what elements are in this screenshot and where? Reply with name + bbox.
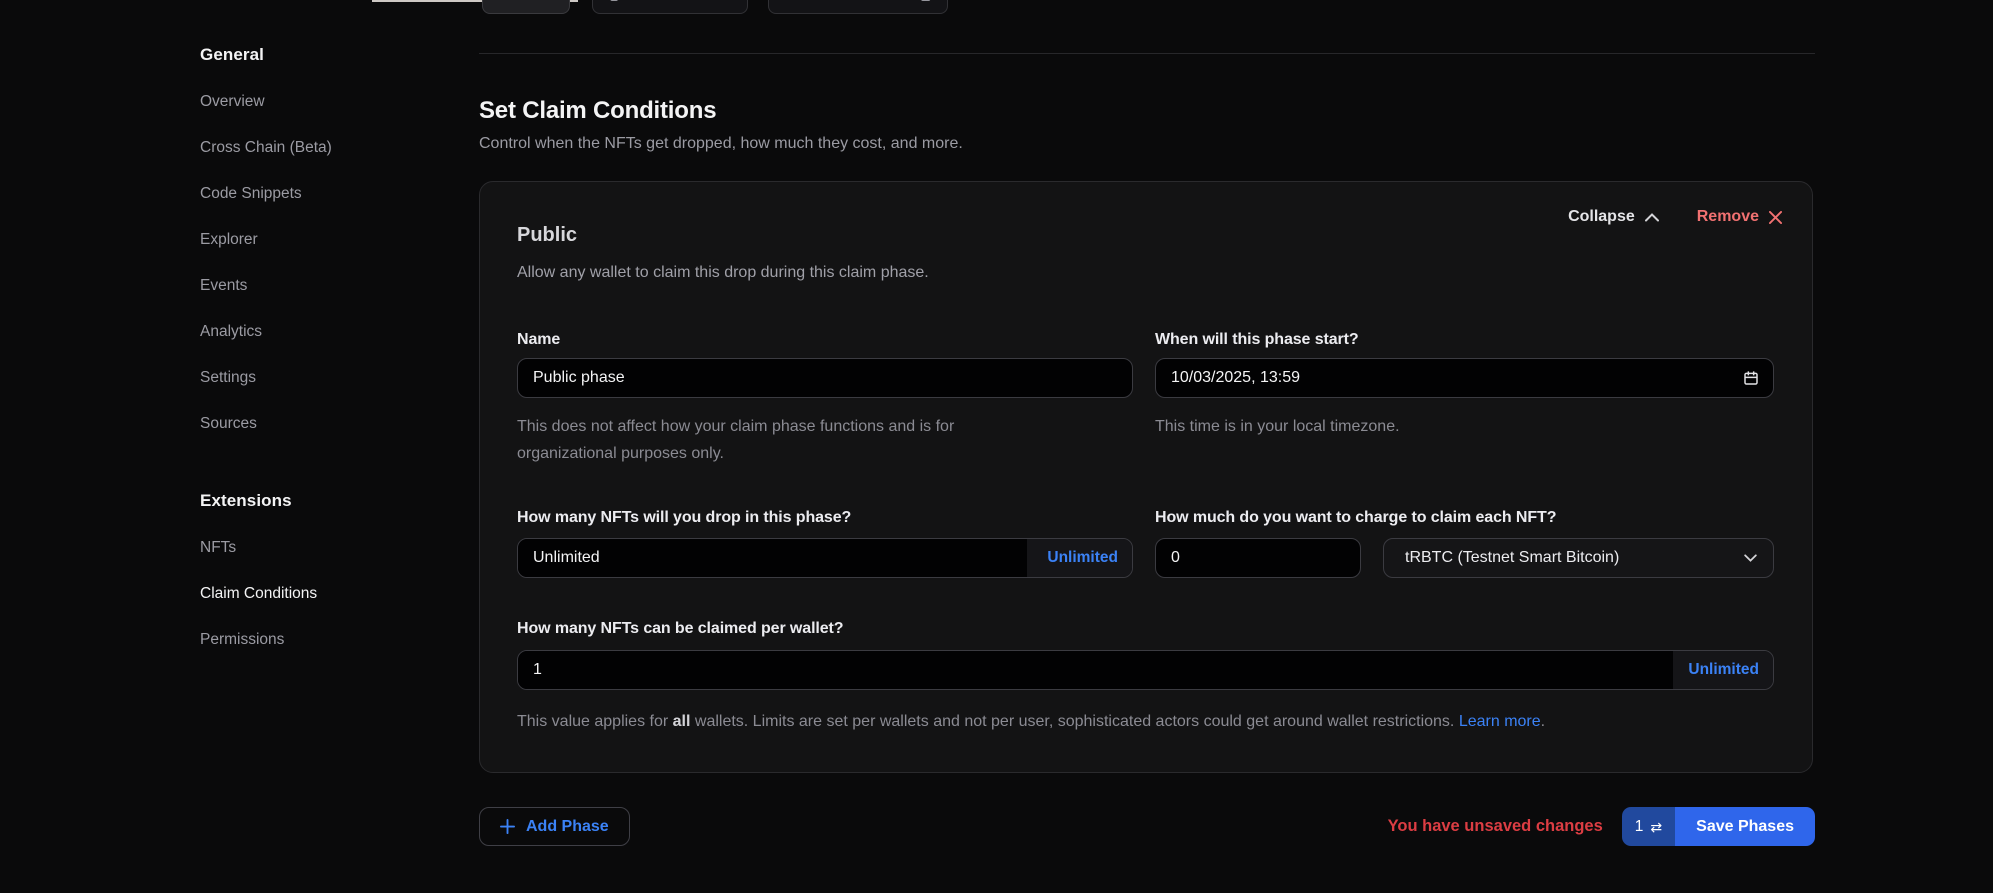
copy-icon <box>606 0 619 2</box>
name-input-value: Public phase <box>533 369 625 387</box>
field-price: How much do you want to charge to claim … <box>1155 507 1774 578</box>
sidebar-heading-general: General <box>200 44 450 66</box>
sidebar-item-nfts[interactable]: NFTs <box>200 537 450 558</box>
section-divider <box>479 53 1815 54</box>
sidebar-item-overview[interactable]: Overview <box>200 91 450 112</box>
phases-footer: Add Phase You have unsaved changes 1 ⇄ S… <box>479 807 1815 846</box>
claim-phase-card: Collapse Remove Public Allow any wallet … <box>479 181 1813 773</box>
currency-select-value: tRBTC (Testnet Smart Bitcoin) <box>1405 549 1619 567</box>
currency-select[interactable]: tRBTC (Testnet Smart Bitcoin) <box>1383 538 1774 578</box>
supply-input-group: Unlimited Unlimited <box>517 538 1133 578</box>
page-title: Set Claim Conditions <box>479 96 1815 126</box>
contract-address-label: 0xcDee...90e9 <box>628 0 715 3</box>
per-wallet-input[interactable]: 1 <box>518 651 1673 689</box>
field-per-wallet: How many NFTs can be claimed per wallet?… <box>517 618 1774 735</box>
page-subtitle: Control when the NFTs get dropped, how m… <box>479 133 1815 154</box>
per-wallet-input-group: 1 Unlimited <box>517 650 1774 690</box>
explorer-badge-label: Rootstock Blockscout <box>782 0 911 3</box>
supply-unlimited-button[interactable]: Unlimited <box>1027 539 1132 577</box>
sidebar-item-code-snippets[interactable]: Code Snippets <box>200 183 450 204</box>
unsaved-changes-text: You have unsaved changes <box>1388 817 1603 836</box>
start-datetime-input[interactable]: 10/03/2025, 13:59 <box>1155 358 1774 398</box>
field-supply: How many NFTs will you drop in this phas… <box>517 507 1133 578</box>
learn-more-link[interactable]: Learn <box>1459 713 1500 730</box>
external-link-icon <box>920 0 933 2</box>
sidebar-item-sources[interactable]: Sources <box>200 413 450 434</box>
field-start-time: When will this phase start? 10/03/2025, … <box>1155 329 1774 467</box>
name-input[interactable]: Public phase <box>517 358 1133 398</box>
remove-button-label: Remove <box>1697 208 1759 226</box>
per-wallet-unlimited-button[interactable]: Unlimited <box>1673 651 1773 689</box>
block-explorer-badge[interactable]: Rootstock Blockscout <box>768 0 948 14</box>
timezone-helper-text: This time is in your local timezone. <box>1155 413 1774 440</box>
start-field-label: When will this phase start? <box>1155 329 1774 351</box>
sidebar-item-analytics[interactable]: Analytics <box>200 321 450 342</box>
save-phases-split-button: 1 ⇄ Save Phases <box>1622 807 1815 846</box>
pending-transactions-badge[interactable]: 1 ⇄ <box>1622 807 1675 846</box>
sidebar-item-events[interactable]: Events <box>200 275 450 296</box>
calendar-icon <box>1743 370 1759 386</box>
per-wallet-field-label: How many NFTs can be claimed per wallet? <box>517 618 1774 640</box>
supply-input[interactable]: Unlimited <box>518 539 1027 577</box>
phase-description: Allow any wallet to claim this drop duri… <box>517 262 1775 283</box>
sidebar-item-explorer[interactable]: Explorer <box>200 229 450 250</box>
supply-field-label: How many NFTs will you drop in this phas… <box>517 507 1133 529</box>
sidebar-item-cross-chain[interactable]: Cross Chain (Beta) <box>200 137 450 158</box>
collapse-button-label: Collapse <box>1568 208 1635 226</box>
chevron-up-icon <box>1645 213 1659 222</box>
sidebar-item-permissions[interactable]: Permissions <box>200 629 450 650</box>
name-field-label: Name <box>517 329 1133 351</box>
sidebar: General Overview Cross Chain (Beta) Code… <box>200 0 450 650</box>
price-field-label: How much do you want to charge to claim … <box>1155 507 1774 529</box>
price-amount-input[interactable]: 0 <box>1155 538 1361 578</box>
plus-icon <box>500 819 515 834</box>
cutoff-button[interactable] <box>482 0 570 14</box>
remove-phase-button[interactable]: Remove <box>1697 208 1782 226</box>
save-phases-button[interactable]: Save Phases <box>1675 807 1815 846</box>
transactions-swap-icon: ⇄ <box>1650 820 1662 834</box>
sidebar-heading-extensions: Extensions <box>200 490 450 512</box>
contract-address-badge[interactable]: 0xcDee...90e9 <box>592 0 748 14</box>
add-phase-button[interactable]: Add Phase <box>479 807 630 846</box>
per-wallet-note: This value applies for all wallets. Limi… <box>517 708 1774 735</box>
collapse-button[interactable]: Collapse <box>1568 208 1659 226</box>
sidebar-item-settings[interactable]: Settings <box>200 367 450 388</box>
main-content: 0xcDee...90e9 Rootstock Blockscout Set C… <box>479 0 1815 846</box>
close-icon <box>1769 211 1782 224</box>
chevron-down-icon <box>1744 554 1757 562</box>
name-helper-text: This does not affect how your claim phas… <box>517 413 1133 467</box>
sidebar-item-claim-conditions[interactable]: Claim Conditions <box>200 583 450 604</box>
field-name: Name Public phase This does not affect h… <box>517 329 1133 467</box>
start-datetime-value: 10/03/2025, 13:59 <box>1171 369 1300 387</box>
learn-more-link-wrap[interactable]: more <box>1504 713 1540 730</box>
